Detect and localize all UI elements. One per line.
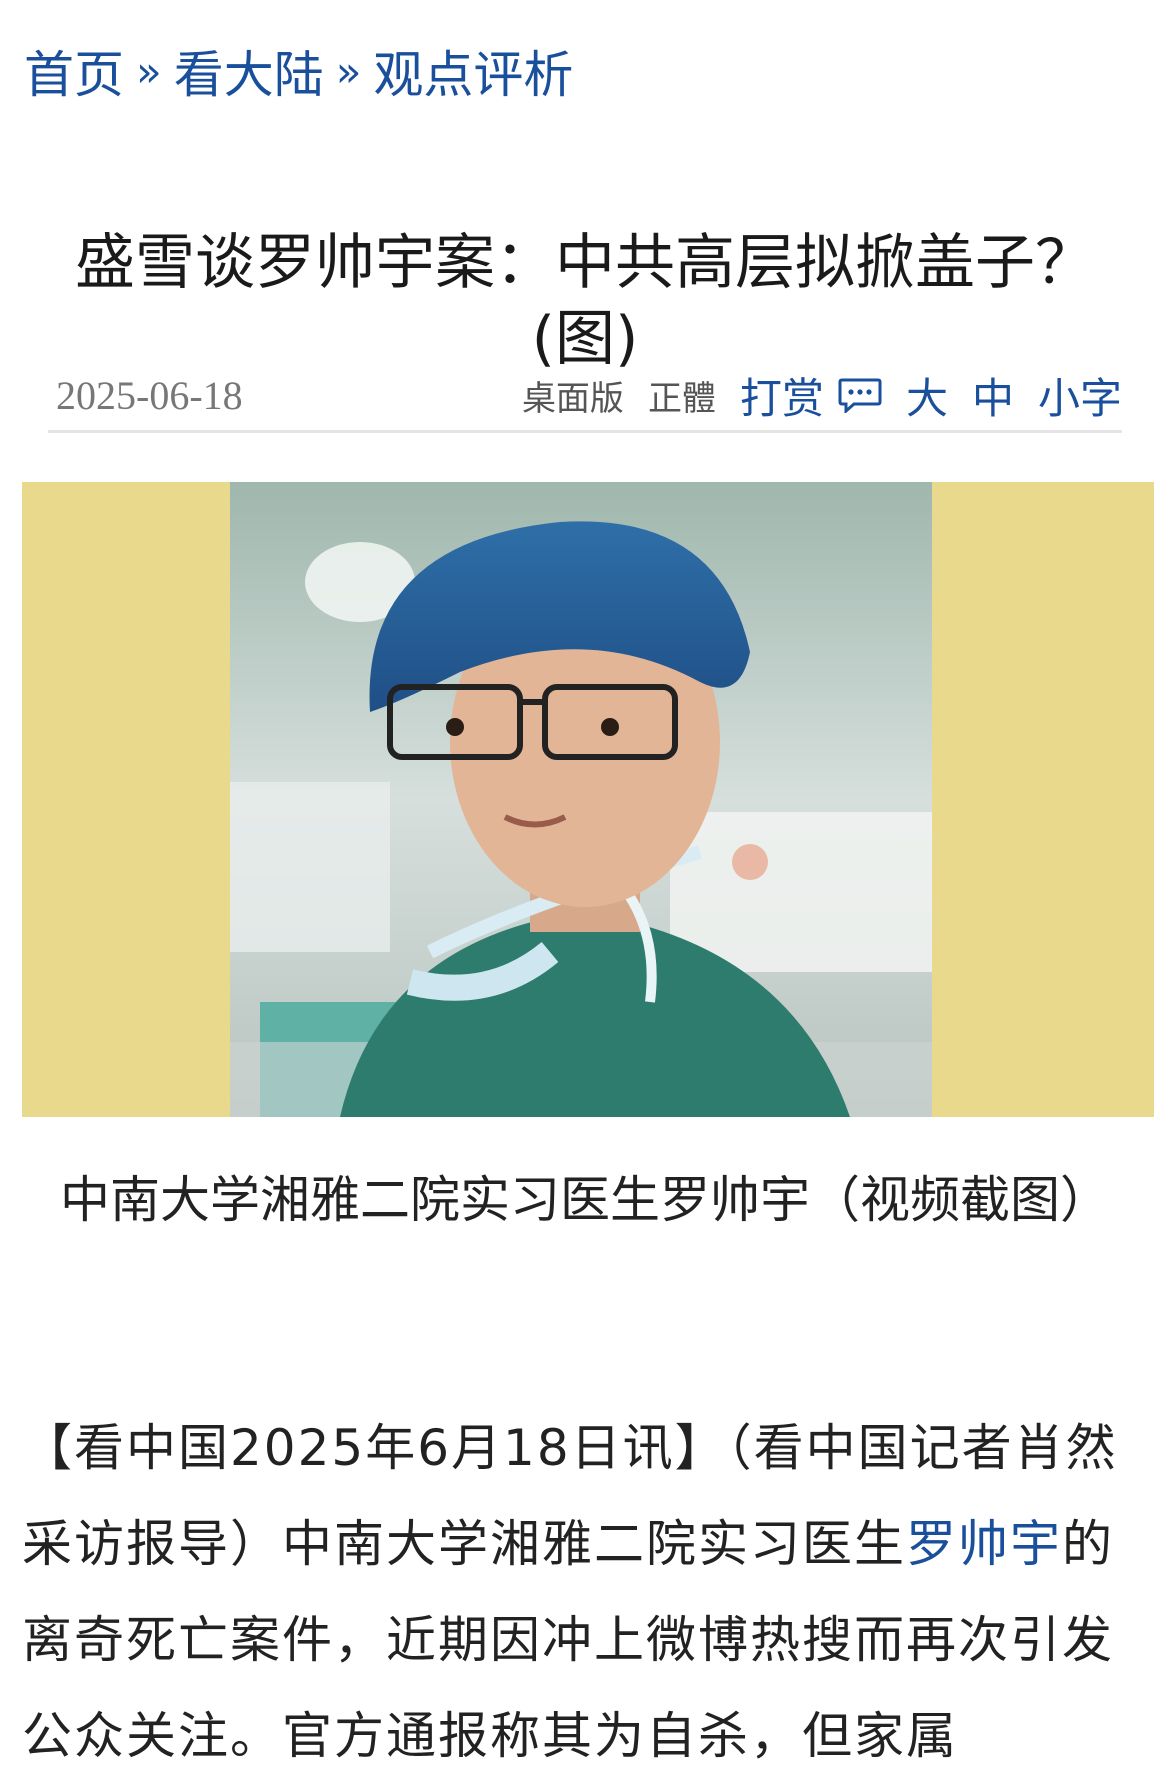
article-date: 2025-06-18 [56, 372, 243, 418]
breadcrumb-section-link[interactable]: 看大陆 [174, 35, 324, 107]
photo-caption: 中南大学湘雅二院实习医生罗帅宇（视频截图） [60, 1171, 1110, 1229]
article-meta-bar: 2025-06-18 桌面版 正體 打赏 大 中 小字 [48, 360, 1122, 433]
font-size-small-button[interactable]: 小字 [1038, 365, 1122, 426]
breadcrumb-home-link[interactable]: 首页 [24, 35, 124, 107]
tip-link[interactable]: 打赏 [740, 365, 824, 426]
article-body-paragraph: 【看中国2025年6月18日讯】（看中国记者肖然采访报导）中南大学湘雅二院实习医… [22, 1400, 1154, 1784]
person-name-link[interactable]: 罗帅宇 [906, 1515, 1062, 1573]
traditional-chinese-link[interactable]: 正體 [648, 371, 716, 420]
article-tools: 桌面版 正體 打赏 大 中 小字 [498, 365, 1122, 426]
comment-icon[interactable] [838, 377, 882, 415]
article-title: 盛雪谈罗帅宇案：中共高层拟掀盖子？(图) [75, 228, 1095, 375]
breadcrumb-subsection-link[interactable]: 观点评析 [373, 35, 573, 107]
breadcrumb-separator: » [136, 46, 162, 96]
article-photo-frame [22, 482, 1154, 1117]
breadcrumb: 首页 » 看大陆 » 观点评析 [24, 36, 573, 106]
font-size-medium-button[interactable]: 中 [972, 365, 1014, 426]
font-size-large-button[interactable]: 大 [906, 365, 948, 426]
breadcrumb-separator: » [335, 46, 362, 96]
article-photo[interactable] [230, 482, 932, 1117]
desktop-version-link[interactable]: 桌面版 [522, 371, 624, 420]
